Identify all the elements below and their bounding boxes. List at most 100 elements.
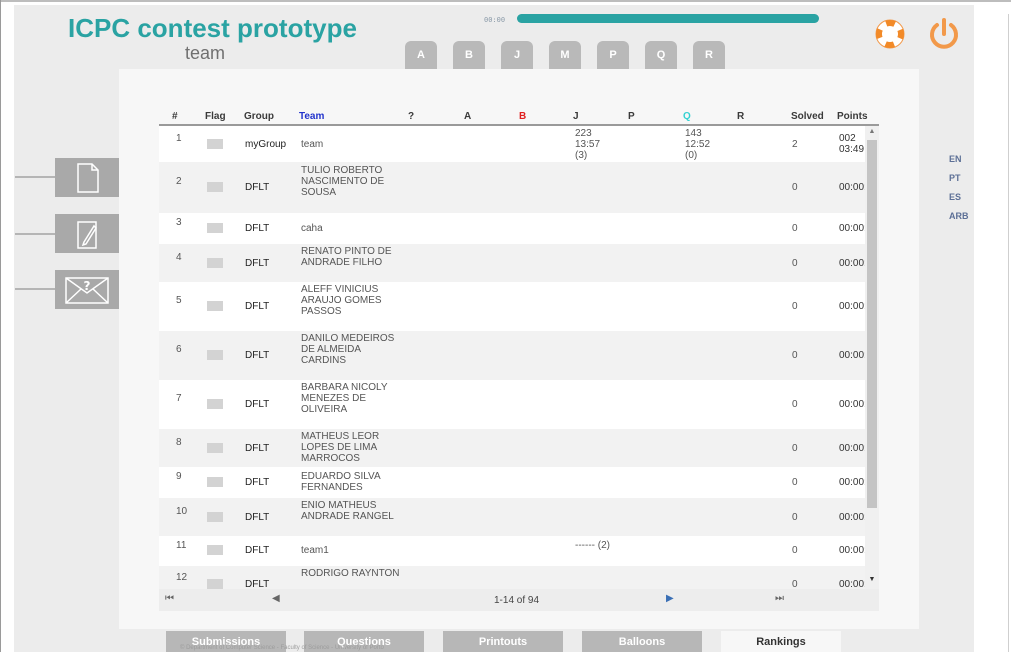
problem-tab-j[interactable]: J [501,41,533,69]
table-row[interactable]: 8 DFLT MATHEUS LEOR LOPES DE LIMA MARROC… [159,429,865,467]
table-row[interactable]: 1 myGroup team 223 13:57 (3) 143 12:52 (… [159,126,865,162]
lang-arb[interactable]: ARB [949,211,969,221]
solved-cell: 0 [792,477,798,488]
table-row[interactable]: 7 DFLT BARBARA NICOLY MENEZES DE OLIVEIR… [159,380,865,429]
scroll-down-arrow-icon[interactable]: ▼ [867,576,877,586]
rank-cell: 6 [176,344,182,355]
table-row[interactable]: 4 DFLT RENATO PINTO DE ANDRADE FILHO 0 0… [159,244,865,282]
col-group[interactable]: Group [244,111,274,122]
table-row[interactable]: 9 DFLT EDUARDO SILVA FERNANDES 0 00:00:0… [159,467,865,498]
solved-cell: 2 [792,139,798,150]
lang-es[interactable]: ES [949,192,961,202]
app-title: ICPC contest prototype [68,13,357,43]
table-row[interactable]: 2 DFLT TULIO ROBERTO NASCIMENTO DE SOUSA… [159,162,865,213]
rank-cell: 11 [176,540,187,551]
flag-icon [207,477,223,487]
flag-icon [207,512,223,522]
team-cell: MATHEUS LEOR LOPES DE LIMA MARROCOS [301,431,380,464]
page-info: 1-14 of 94 [494,595,540,606]
lang-pt[interactable]: PT [949,173,961,183]
flag-icon [207,350,223,360]
flag-icon [207,182,223,192]
last-page-icon[interactable]: ⏭ [775,593,784,604]
col-problem-j[interactable]: J [573,111,579,122]
solved-cell: 0 [792,579,798,589]
contest-clock: 00:00 [484,16,506,24]
col-points[interactable]: Points [837,111,868,122]
team-cell: DANILO MEDEIROS DE ALMEIDA CARDINS [301,333,395,366]
problem-j-cell: 223 13:57 (3) [575,128,601,161]
solved-cell: 0 [792,258,798,269]
power-icon [930,18,958,49]
scroll-up-arrow-icon[interactable]: ▲ [867,128,877,138]
help-button[interactable] [874,18,906,50]
tab-rankings[interactable]: Rankings [721,631,841,652]
problem-tab-a[interactable]: A [405,41,437,69]
problem-tab-p[interactable]: P [597,41,629,69]
sidebar-connector [15,233,55,235]
col-problem-a[interactable]: A [464,111,471,122]
table-row[interactable]: 6 DFLT DANILO MEDEIROS DE ALMEIDA CARDIN… [159,331,865,380]
group-cell: DFLT [245,301,270,312]
first-page-icon[interactable]: ⏮ [165,593,174,604]
flag-icon [207,258,223,268]
document-icon [77,162,99,193]
table-row[interactable]: 3 DFLT caha 0 00:00:00 [159,213,865,244]
tab-balloons[interactable]: Balloons [582,631,702,652]
flag-icon [207,443,223,453]
points-cell: 002 03:49 [839,133,865,155]
tab-printouts[interactable]: Printouts [443,631,563,652]
table-row[interactable]: 10 DFLT ENIO MATHEUS ANDRADE RANGEL 0 00… [159,498,865,536]
rank-cell: 4 [176,252,182,263]
problem-j-cell: ------ (2) [575,540,610,551]
team-cell: caha [301,223,323,234]
table-row[interactable]: 5 DFLT ALEFF VINICIUS ARAUJO GOMES PASSO… [159,282,865,331]
scrollbar-thumb[interactable] [867,140,877,508]
solved-cell: 0 [792,443,798,454]
sidebar-submit-button[interactable] [55,158,119,197]
table-pager: ⏮ ◀ 1-14 of 94 ▶ ⏭ [159,589,879,611]
problem-tab-r[interactable]: R [693,41,725,69]
rank-cell: 8 [176,437,182,448]
logout-button[interactable] [926,16,962,52]
team-cell: RODRIGO RAYNTON [301,568,400,579]
group-cell: DFLT [245,512,270,523]
contest-progress-bar [517,14,819,23]
col-problem-p[interactable]: P [628,111,635,122]
team-cell: ALEFF VINICIUS ARAUJO GOMES PASSOS [301,284,382,317]
col-rank[interactable]: # [172,111,178,122]
rank-cell: 5 [176,295,182,306]
table-row[interactable]: 12 DFLT RODRIGO RAYNTON 0 00:00:00 [159,566,865,589]
solved-cell: 0 [792,182,798,193]
col-team[interactable]: Team [299,111,324,122]
col-problem-b[interactable]: B [519,111,526,122]
rankings-table-body: 1 myGroup team 223 13:57 (3) 143 12:52 (… [159,126,865,589]
sidebar-question-button[interactable]: ? [55,270,119,309]
points-cell: 00:00:00 [839,223,865,234]
solved-cell: 0 [792,301,798,312]
col-problem-q[interactable]: Q [683,111,691,122]
problem-tab-m[interactable]: M [549,41,581,69]
table-row[interactable]: 11 DFLT team1 ------ (2) 0 00:00:00 [159,536,865,566]
lang-en[interactable]: EN [949,154,962,164]
solved-cell: 0 [792,350,798,361]
col-flag[interactable]: Flag [205,111,226,122]
points-cell: 00:00:00 [839,477,865,488]
problem-tab-q[interactable]: Q [645,41,677,69]
col-unknown[interactable]: ? [408,111,414,122]
points-cell: 00:00:00 [839,350,865,361]
group-cell: DFLT [245,443,270,454]
footer-copyright: © Department of Computer Science - Facul… [180,645,384,651]
col-problem-r[interactable]: R [737,111,744,122]
team-cell: RENATO PINTO DE ANDRADE FILHO [301,246,392,268]
flag-icon [207,545,223,555]
points-cell: 00:00:00 [839,258,865,269]
problem-tab-b[interactable]: B [453,41,485,69]
sidebar-edit-button[interactable] [55,214,119,253]
group-cell: myGroup [245,139,287,150]
prev-page-icon[interactable]: ◀ [272,593,280,604]
col-solved[interactable]: Solved [791,111,824,122]
next-page-icon[interactable]: ▶ [666,593,674,604]
flag-icon [207,301,223,311]
team-cell: ENIO MATHEUS ANDRADE RANGEL [301,500,394,522]
